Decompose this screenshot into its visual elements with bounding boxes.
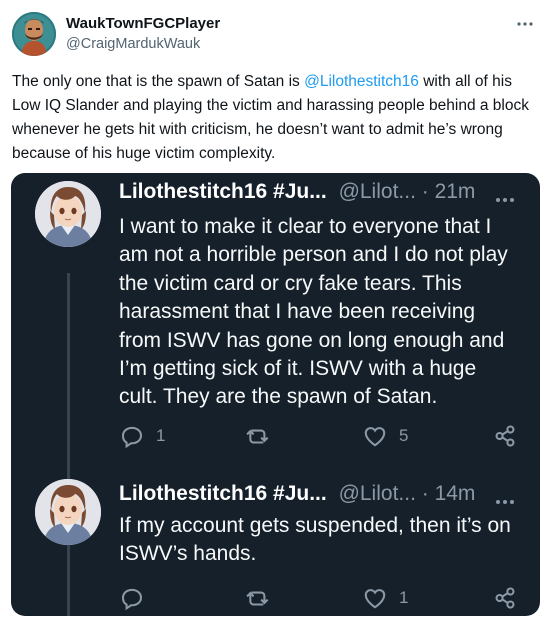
author-handle[interactable]: @CraigMardukWauk <box>66 36 200 52</box>
thread-handle-time: @Lilot... · 14m <box>338 482 476 505</box>
thread-tweet-1-text: I want to make it clear to everyone that… <box>119 215 508 409</box>
avatar-image <box>12 12 56 56</box>
share-button[interactable] <box>492 584 518 612</box>
more-horizontal-icon[interactable] <box>490 190 520 210</box>
anime-avatar-image <box>35 181 101 247</box>
retweet-button[interactable] <box>246 584 272 612</box>
retweet-button[interactable] <box>246 422 272 450</box>
thread-avatar-2[interactable] <box>35 479 101 545</box>
reply-button[interactable] <box>119 584 156 612</box>
reply-button[interactable]: 1 <box>119 422 165 450</box>
mention-link[interactable]: @Lilothestitch16 <box>304 73 419 90</box>
author-avatar[interactable] <box>12 12 56 56</box>
retweet-icon <box>246 591 269 606</box>
thread-author-name[interactable]: Lilothestitch16 #Ju... <box>119 180 327 203</box>
share-icon <box>495 587 515 609</box>
thread-tweet-2-text: If my account gets suspended, then it’s … <box>119 514 511 566</box>
thread-handle-time: @Lilot... · 21m <box>338 180 476 203</box>
like-button[interactable]: 1 <box>362 584 408 612</box>
tweet-text-part-1: The only one that is the spawn of Satan … <box>12 73 305 90</box>
reply-icon <box>121 588 143 611</box>
thread-avatar-1[interactable] <box>35 181 101 247</box>
reply-count: 1 <box>156 426 166 445</box>
retweet-icon <box>246 429 269 444</box>
reply-icon <box>121 426 143 449</box>
like-count: 5 <box>399 426 409 445</box>
author-name[interactable]: WaukTownFGCPlayer <box>66 15 220 32</box>
share-icon <box>495 425 515 447</box>
heart-icon <box>364 427 386 447</box>
like-button[interactable]: 5 <box>362 422 408 450</box>
thread-connector-line <box>67 273 70 616</box>
thread-tweet-2-header: Lilothestitch16 #Ju... @Lilot... · 14m <box>119 482 475 510</box>
share-button[interactable] <box>492 422 518 450</box>
tweet-text: The only one that is the spawn of Satan … <box>12 70 539 166</box>
tweet-header: WaukTownFGCPlayer @CraigMardukWauk <box>12 12 539 60</box>
anime-avatar-image <box>35 479 101 545</box>
more-horizontal-icon[interactable] <box>490 492 520 512</box>
heart-icon <box>364 589 386 609</box>
like-count: 1 <box>399 588 409 607</box>
more-horizontal-icon[interactable] <box>513 14 537 34</box>
thread-tweet-1-header: Lilothestitch16 #Ju... @Lilot... · 21m <box>119 180 475 208</box>
thread-author-name[interactable]: Lilothestitch16 #Ju... <box>119 482 327 505</box>
embedded-thread-image: Lilothestitch16 #Ju... @Lilot... · 21m I… <box>11 173 540 616</box>
